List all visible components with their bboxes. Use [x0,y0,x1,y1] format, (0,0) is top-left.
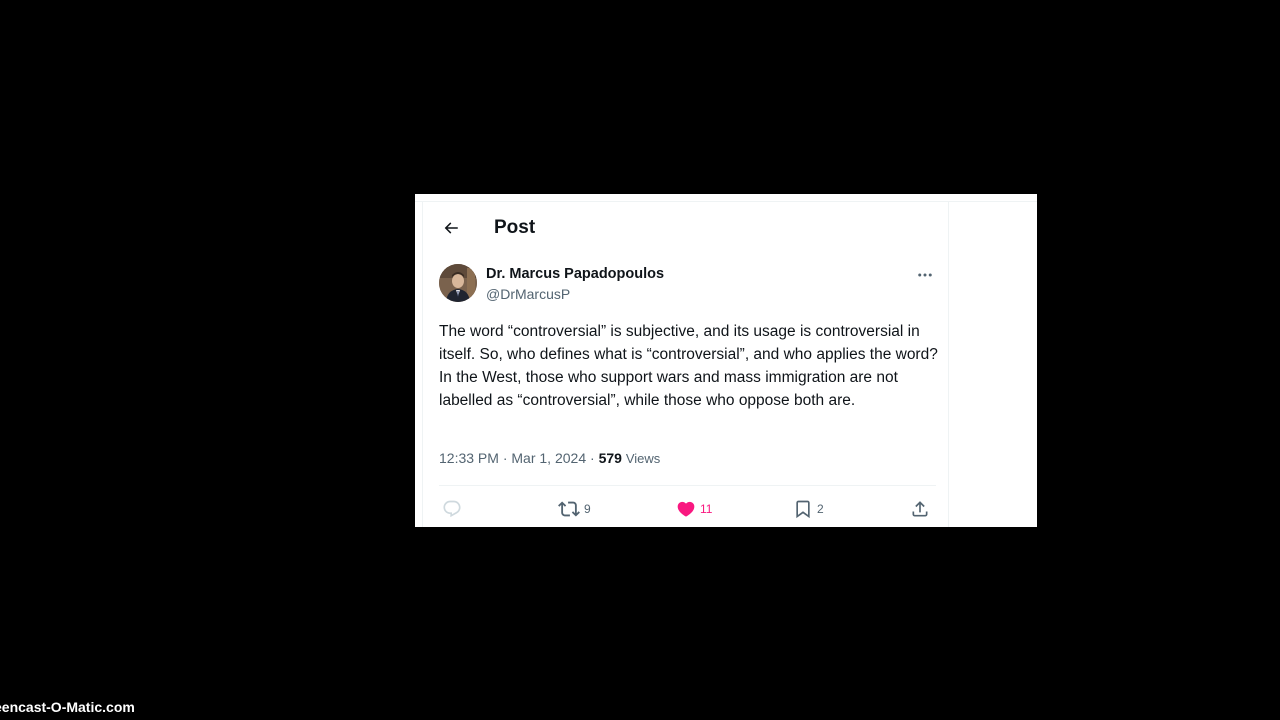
reply-button[interactable] [442,494,466,524]
more-options-button[interactable] [913,264,937,286]
back-button[interactable] [437,214,465,242]
post-column: Post Dr. Marcus Papadopoulos @DrMarcusP [422,202,949,527]
heart-filled-icon [677,501,695,517]
reply-icon [443,500,461,518]
actions-divider [439,485,936,486]
post-header: Post [423,202,948,256]
action-bar: 9 11 2 [423,494,948,524]
browser-window: Post Dr. Marcus Papadopoulos @DrMarcusP [415,194,1037,527]
post-date[interactable]: Mar 1, 2024 [511,450,586,466]
meta-separator: · [586,450,599,466]
bookmark-count: 2 [817,502,824,516]
author-handle[interactable]: @DrMarcusP [486,286,570,302]
bookmark-button[interactable]: 2 [793,494,824,524]
bookmark-icon [796,500,810,519]
like-count: 11 [700,502,713,516]
meta-separator: · [498,450,512,466]
repost-count: 9 [584,502,591,516]
share-icon [912,501,928,517]
author-name[interactable]: Dr. Marcus Papadopoulos [486,266,664,282]
views-label: Views [625,451,661,466]
post-metadata: 12:33 PM · Mar 1, 2024 · 579 Views [439,450,660,466]
recorder-watermark: eencast-O-Matic.com [0,699,135,715]
like-button[interactable]: 11 [676,494,712,524]
more-horizontal-icon [918,273,932,277]
screen-background: Post Dr. Marcus Papadopoulos @DrMarcusP [0,0,1280,720]
post-text: The word “controversial” is subjective, … [439,323,938,409]
share-button[interactable] [910,494,930,524]
arrow-left-icon [444,222,458,234]
views-count: 579 [598,450,622,466]
repost-button[interactable]: 9 [558,494,591,524]
avatar-photo [439,264,477,302]
post-time[interactable]: 12:33 PM [439,450,499,466]
repost-icon [558,501,580,517]
avatar[interactable] [439,264,477,302]
page-title: Post [494,217,536,238]
